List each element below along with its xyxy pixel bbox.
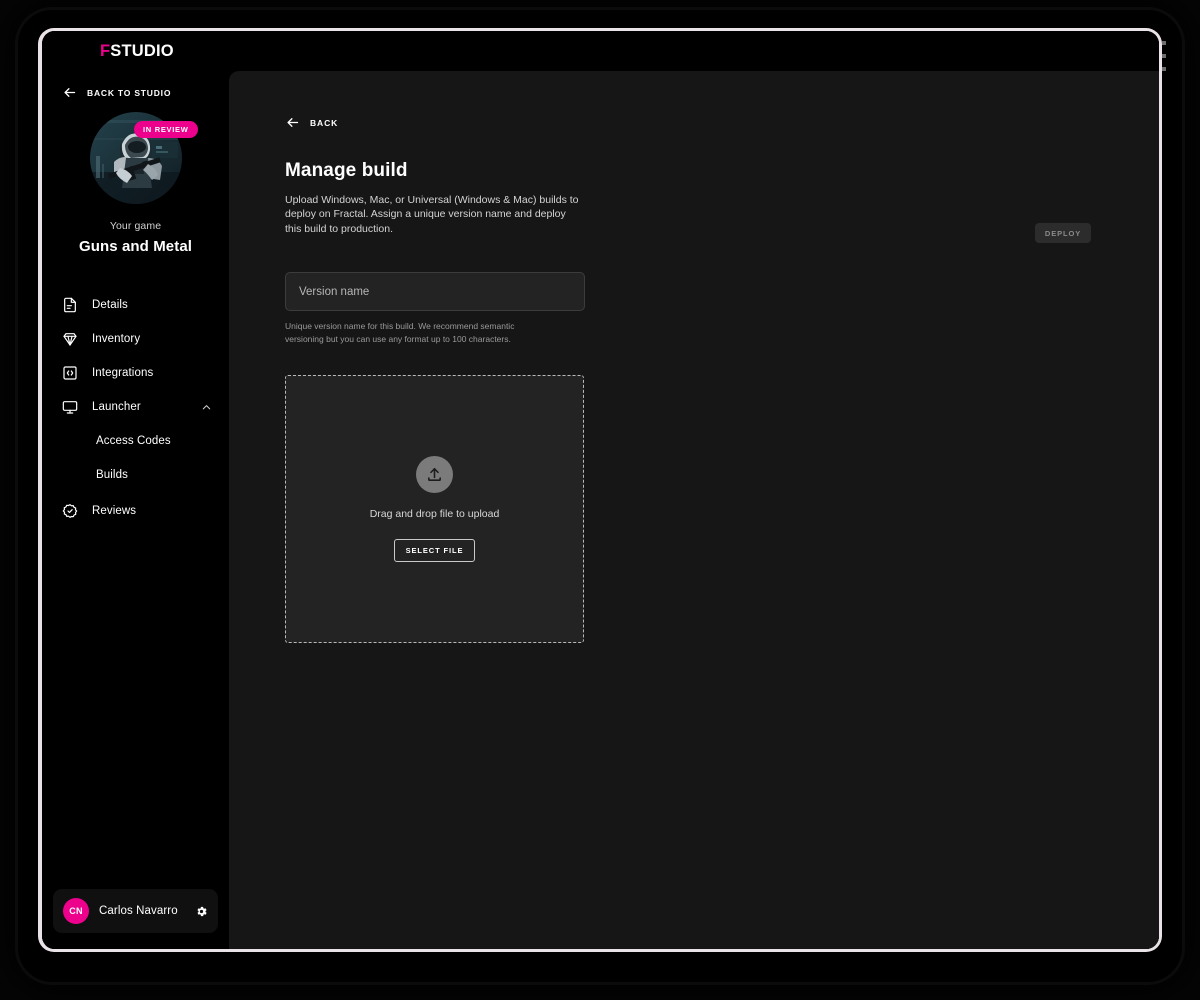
- app-logo-text: STUDIO: [110, 41, 174, 60]
- your-game-label: Your game: [109, 220, 162, 232]
- gear-icon[interactable]: [195, 905, 208, 918]
- select-file-button[interactable]: SELECT FILE: [393, 538, 476, 562]
- arrow-left-icon: [62, 85, 77, 100]
- user-profile-card[interactable]: CN Carlos Navarro: [53, 889, 218, 933]
- page-title: Manage build: [285, 160, 408, 181]
- back-to-studio-link[interactable]: BACK TO STUDIO: [42, 71, 229, 100]
- grip-dot: [1162, 54, 1166, 58]
- sidebar-item-label: Reviews: [92, 505, 137, 517]
- chevron-up-icon[interactable]: [201, 402, 212, 413]
- sidebar-item-inventory[interactable]: Inventory: [42, 322, 229, 356]
- sidebar-subitem-label: Builds: [96, 469, 128, 481]
- sidebar-item-launcher[interactable]: Launcher: [42, 390, 229, 424]
- monitor-icon: [62, 399, 78, 415]
- user-name: Carlos Navarro: [99, 905, 178, 917]
- sidebar: BACK TO STUDIO IN REVIEW Your game Guns …: [42, 71, 229, 949]
- status-badge: IN REVIEW: [134, 121, 198, 138]
- game-thumbnail-wrap: IN REVIEW: [89, 112, 198, 204]
- grip-dot: [1162, 67, 1166, 71]
- sidebar-item-details[interactable]: Details: [42, 288, 229, 322]
- game-summary: IN REVIEW Your game Guns and Metal: [42, 112, 229, 255]
- app-header: FSTUDIO: [42, 31, 1159, 71]
- desktop-backdrop: FSTUDIO BACK TO STUDIO IN REVIEW Your ga…: [0, 0, 1200, 1000]
- sidebar-item-label: Integrations: [92, 367, 154, 379]
- app-logo-accent-letter: F: [100, 41, 111, 60]
- sidebar-item-builds[interactable]: Builds: [42, 458, 229, 492]
- back-link[interactable]: BACK: [285, 115, 338, 130]
- arrow-left-icon: [285, 115, 300, 130]
- avatar: CN: [63, 898, 89, 924]
- window-grip-dots[interactable]: [1161, 39, 1167, 73]
- page-description: Upload Windows, Mac, or Universal (Windo…: [285, 194, 579, 235]
- document-icon: [62, 297, 78, 313]
- version-name-input[interactable]: [285, 272, 585, 312]
- deploy-button[interactable]: DEPLOY: [1035, 223, 1091, 243]
- back-to-studio-label: BACK TO STUDIO: [87, 87, 172, 98]
- version-field-help: Unique version name for this build. We r…: [285, 321, 515, 345]
- app-window: FSTUDIO BACK TO STUDIO IN REVIEW Your ga…: [42, 31, 1159, 949]
- gem-icon: [62, 331, 78, 347]
- file-dropzone[interactable]: Drag and drop file to upload SELECT FILE: [285, 374, 584, 643]
- sidebar-nav: Details Inventory Integrations Launcher …: [42, 288, 229, 528]
- app-logo[interactable]: FSTUDIO: [100, 42, 174, 61]
- back-link-label: BACK: [310, 117, 339, 128]
- version-field-group: Unique version name for this build. We r…: [285, 272, 1159, 346]
- main-content: BACK Manage build Upload Windows, Mac, o…: [229, 71, 1159, 949]
- sidebar-item-label: Details: [92, 299, 128, 311]
- grip-dot: [1162, 41, 1166, 45]
- dropzone-text: Drag and drop file to upload: [369, 507, 500, 520]
- code-box-icon: [62, 365, 78, 381]
- upload-icon: [416, 455, 453, 493]
- sidebar-item-label: Launcher: [92, 401, 141, 413]
- game-title: Guns and Metal: [78, 238, 193, 255]
- sidebar-item-reviews[interactable]: Reviews: [42, 494, 229, 528]
- sidebar-item-label: Inventory: [92, 333, 141, 345]
- sidebar-item-access-codes[interactable]: Access Codes: [42, 424, 229, 458]
- check-badge-icon: [62, 503, 78, 519]
- sidebar-subitem-label: Access Codes: [96, 435, 171, 447]
- app-body: BACK TO STUDIO IN REVIEW Your game Guns …: [42, 71, 1159, 949]
- app-window-frame: FSTUDIO BACK TO STUDIO IN REVIEW Your ga…: [38, 28, 1166, 952]
- sidebar-item-integrations[interactable]: Integrations: [42, 356, 229, 390]
